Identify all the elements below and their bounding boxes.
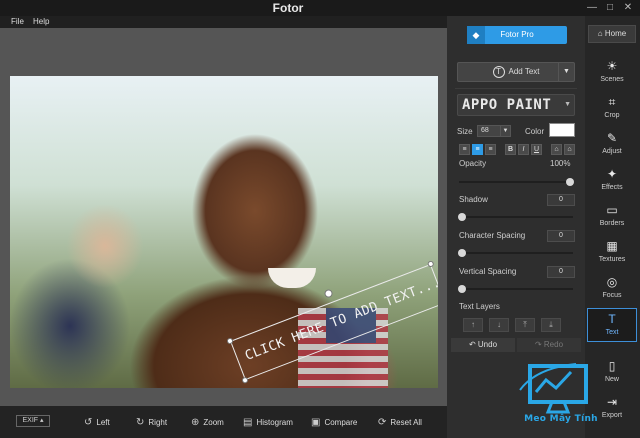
watermark: Meo Mây Tính: [516, 360, 606, 432]
shadow-slider[interactable]: [458, 213, 573, 221]
resize-handle-bl[interactable]: [241, 376, 249, 385]
histogram-icon: ▤: [243, 416, 253, 428]
diamond-icon: ◆: [467, 26, 485, 44]
compare-icon: ▣: [311, 416, 321, 428]
vertical-spacing-label: Vertical Spacing: [459, 267, 517, 276]
reset-all-button[interactable]: ⟳ Reset All: [372, 411, 428, 433]
new-file-icon: ▯: [608, 359, 616, 373]
menu-file[interactable]: File: [11, 16, 24, 28]
home-button[interactable]: ⌂ Home: [588, 25, 636, 43]
character-spacing-slider[interactable]: [458, 249, 573, 257]
texture-icon: ▦: [606, 239, 618, 253]
pencil-icon: ✎: [606, 131, 618, 145]
home-icon: ⌂: [597, 29, 603, 38]
chevron-down-icon: ▼: [500, 126, 510, 136]
resize-handle-tl[interactable]: [226, 337, 234, 345]
maximize-button[interactable]: □: [602, 1, 618, 15]
bold-button[interactable]: B: [505, 144, 516, 155]
font-name: APPO PAINT: [462, 97, 552, 113]
menu-bar: File Help: [0, 16, 447, 28]
editor-canvas: CLICK HERE TO ADD TEXT...: [0, 28, 447, 406]
character-spacing-knob[interactable]: [458, 249, 466, 257]
add-text-button[interactable]: T Add Text ▼: [457, 62, 575, 82]
chevron-down-icon: ▼: [564, 101, 571, 108]
vertical-spacing-value[interactable]: 0: [547, 266, 575, 278]
character-spacing-label: Character Spacing: [459, 231, 526, 240]
rotate-left-button[interactable]: ↺ Left: [78, 411, 116, 433]
tool-text[interactable]: T Text: [587, 308, 637, 342]
opacity-slider[interactable]: [459, 178, 574, 186]
opacity-label: Opacity: [459, 159, 487, 168]
export-icon: ⇥: [606, 395, 618, 409]
fotor-app: Fotor — □ ✕ File Help CLICK HERE TO ADD …: [0, 0, 640, 438]
divider: [455, 88, 577, 89]
photo[interactable]: CLICK HERE TO ADD TEXT...: [10, 76, 438, 388]
rotate-right-button[interactable]: ↻ Right: [130, 411, 173, 433]
tool-focus[interactable]: ◎ Focus: [587, 272, 637, 306]
window-title: Fotor: [272, 1, 304, 15]
character-spacing-value[interactable]: 0: [547, 230, 575, 242]
reset-icon: ⟳: [378, 416, 387, 428]
rotate-handle[interactable]: [323, 288, 334, 299]
rotate-right-icon: ↻: [136, 416, 145, 428]
italic-button[interactable]: I: [518, 144, 529, 155]
zoom-icon: ⊕: [191, 416, 200, 428]
redo-button[interactable]: ↷ Redo: [517, 338, 581, 352]
resize-handle-tr[interactable]: [426, 260, 435, 268]
shadow-slider-knob[interactable]: [458, 213, 466, 221]
tool-scenes[interactable]: ☀ Scenes: [587, 56, 637, 90]
color-label: Color: [525, 127, 545, 136]
tool-effects[interactable]: ✦ Effects: [587, 164, 637, 198]
shadow-label: Shadow: [459, 195, 488, 204]
size-label: Size: [457, 127, 473, 136]
vertical-spacing-slider[interactable]: [458, 285, 573, 293]
smile-in-photo: [268, 268, 316, 288]
close-button[interactable]: ✕: [620, 1, 636, 15]
chevron-down-icon[interactable]: ▼: [558, 63, 574, 81]
text-layers-label: Text Layers: [459, 302, 500, 311]
compare-button[interactable]: ▣ Compare: [305, 411, 363, 433]
tool-crop[interactable]: ⌗ Crop: [587, 92, 637, 126]
color-swatch[interactable]: [549, 123, 575, 137]
text-circle-icon: T: [492, 65, 505, 78]
opacity-value: 100%: [550, 159, 571, 168]
focus-icon: ◎: [606, 275, 618, 289]
lock-button[interactable]: ⌂: [551, 144, 562, 155]
font-select[interactable]: APPO PAINT ▼: [457, 94, 575, 116]
layer-up-button[interactable]: ↑: [463, 318, 483, 332]
sun-icon: ☀: [606, 59, 618, 73]
text-icon: T: [608, 312, 616, 326]
border-icon: ▭: [606, 203, 618, 217]
menu-help[interactable]: Help: [33, 16, 49, 28]
bottom-toolbar: EXIF ▴ ↺ Left ↻ Right ⊕ Zoom ▤ Histogram ▣ Co…: [0, 406, 447, 438]
vertical-spacing-knob[interactable]: [458, 285, 466, 293]
layer-bottom-button[interactable]: ⤓: [541, 318, 561, 332]
align-left-button[interactable]: ≡: [459, 144, 470, 155]
tool-adjust[interactable]: ✎ Adjust: [587, 128, 637, 162]
tool-textures[interactable]: ▦ Textures: [587, 236, 637, 270]
crop-icon: ⌗: [608, 95, 616, 109]
layer-down-button[interactable]: ↓: [489, 318, 509, 332]
watermark-text: Meo Mây Tính: [524, 414, 598, 424]
tool-borders[interactable]: ▭ Borders: [587, 200, 637, 234]
exif-button[interactable]: EXIF ▴: [16, 415, 50, 427]
minimize-button[interactable]: —: [584, 1, 600, 15]
underline-button[interactable]: U: [531, 144, 542, 155]
opacity-slider-knob[interactable]: [566, 178, 574, 186]
layer-top-button[interactable]: ⤒: [515, 318, 535, 332]
align-right-button[interactable]: ≡: [485, 144, 496, 155]
align-center-button[interactable]: ≡: [472, 144, 483, 155]
size-select[interactable]: 68 ▼: [477, 125, 511, 137]
zoom-button[interactable]: ⊕ Zoom: [185, 411, 230, 433]
fotor-pro-button[interactable]: ◆ Fotor Pro: [467, 26, 567, 44]
rotate-left-icon: ↺: [84, 416, 93, 428]
delete-button[interactable]: ⌂: [564, 144, 575, 155]
shadow-value[interactable]: 0: [547, 194, 575, 206]
title-bar: Fotor — □ ✕: [0, 0, 640, 16]
monitor-logo-icon: [519, 363, 588, 414]
undo-button[interactable]: ↶ Undo: [451, 338, 515, 352]
histogram-button[interactable]: ▤ Histogram: [237, 411, 299, 433]
sparkle-icon: ✦: [606, 167, 618, 181]
